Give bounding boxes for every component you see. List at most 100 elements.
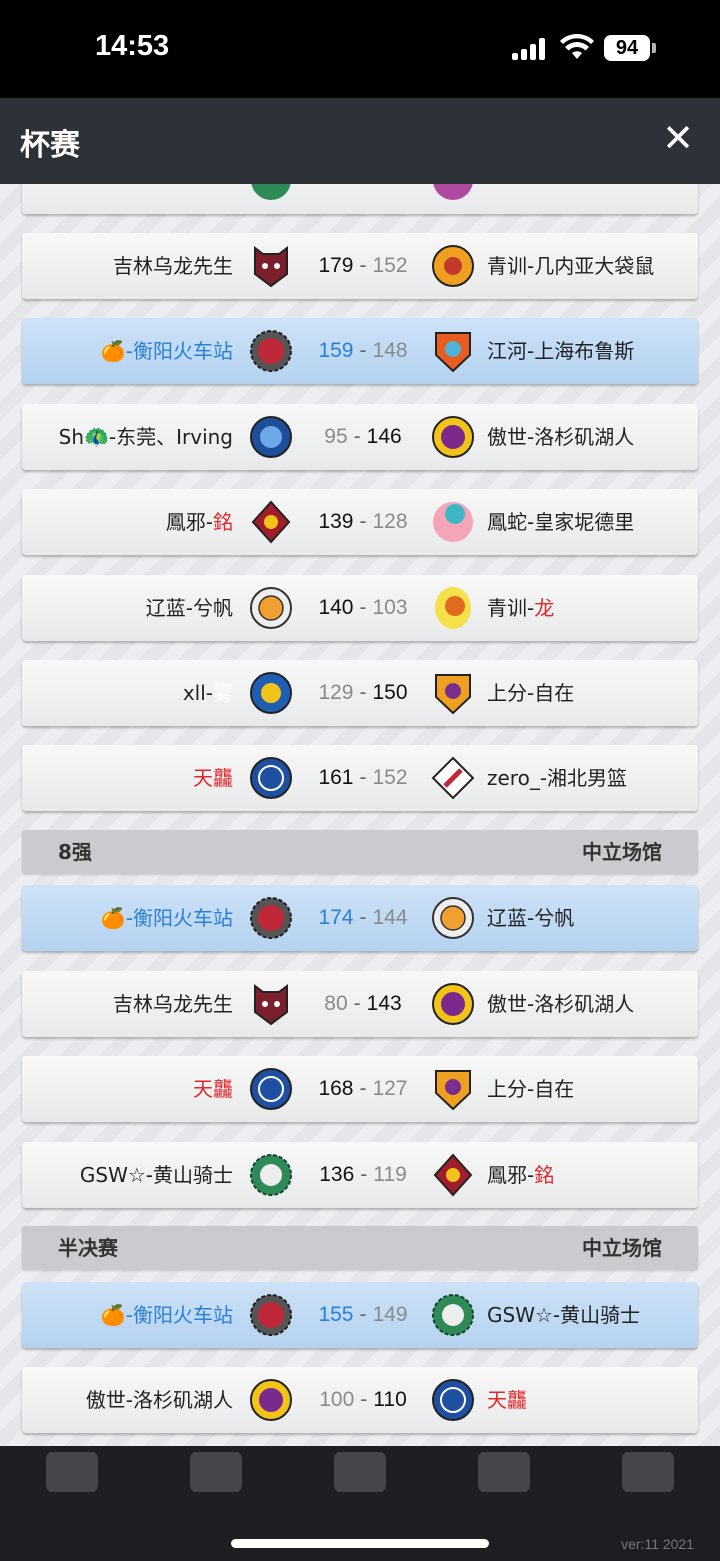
match-card[interactable]: 吉林乌龙先生 179-152 青训-几内亚大袋鼠 <box>22 233 698 299</box>
round-header: 半决赛 中立场馆 <box>22 1226 698 1270</box>
away-team-name: zero_-湘北男篮 <box>487 766 628 790</box>
away-team-name: 鳳邪-銘 <box>487 1163 555 1187</box>
match-card-highlighted[interactable]: 🍊-衡阳火车站 155-149 GSW☆-黄山骑士 <box>22 1282 698 1348</box>
gear-devil-logo-icon <box>250 330 292 372</box>
battery-level: 94 <box>604 35 650 61</box>
away-team-name: 鳳蛇-皇家坭德里 <box>487 510 635 534</box>
match-card[interactable]: 天龘 168-127 上分-自在 <box>22 1056 698 1122</box>
home-team-name: 🍊-衡阳火车站 <box>100 339 233 363</box>
match-score: 136-119 <box>319 1163 407 1186</box>
match-card-partial[interactable] <box>22 184 698 214</box>
lion-logo-icon <box>250 1379 292 1421</box>
team-logo-icon <box>433 184 473 200</box>
dragon-circle-logo-icon <box>250 1068 292 1110</box>
tab-icon <box>46 1452 98 1492</box>
match-card[interactable]: xll-雾 129-150 上分-自在 <box>22 660 698 726</box>
tiger-logo-icon <box>250 416 292 458</box>
gsw-gear-logo-icon <box>250 1154 292 1196</box>
match-score: 140-103 <box>318 596 408 619</box>
round-header: 8强 中立场馆 <box>22 830 698 874</box>
match-score: 168-127 <box>318 1077 408 1100</box>
demon-logo-icon <box>251 500 291 544</box>
match-score: 174-144 <box>318 906 408 929</box>
dragon-logo-icon <box>435 587 471 629</box>
match-card[interactable]: 吉林乌龙先生 80-143 傲世-洛杉矶湖人 <box>22 971 698 1037</box>
round-label: 8强 <box>58 840 92 864</box>
home-team-name: xll-雾 <box>182 681 233 705</box>
home-team-name: 吉林乌龙先生 <box>113 992 233 1016</box>
orange-icon: 🍊 <box>100 339 126 363</box>
demon-logo-icon <box>433 1153 473 1197</box>
match-card[interactable]: GSW☆-黄山骑士 136-119 鳳邪-銘 <box>22 1142 698 1208</box>
away-team-name: 上分-自在 <box>487 1077 575 1101</box>
home-team-name: 傲世-洛杉矶湖人 <box>85 1388 233 1412</box>
home-team-name: 辽蓝-兮帆 <box>145 596 233 620</box>
away-team-name: 傲世-洛杉矶湖人 <box>487 425 635 449</box>
away-team-name: 天龘 <box>487 1388 527 1412</box>
round-label: 半决赛 <box>58 1236 118 1260</box>
match-card[interactable]: 天龘 161-152 zero_-湘北男篮 <box>22 745 698 811</box>
match-card-highlighted[interactable]: 🍊-衡阳火车站 159-148 江河-上海布鲁斯 <box>22 318 698 384</box>
battery-tip-icon <box>652 43 656 53</box>
away-team-name: 辽蓝-兮帆 <box>487 906 575 930</box>
header: 杯赛 ✕ <box>0 98 720 184</box>
match-card[interactable]: Sh🦚-东莞、Irving 95-146 傲世-洛杉矶湖人 <box>22 404 698 470</box>
away-team-name: GSW☆-黄山骑士 <box>487 1303 641 1327</box>
tab-icon <box>334 1452 386 1492</box>
wolf-logo-icon <box>250 672 292 714</box>
gear-devil-logo-icon <box>250 897 292 939</box>
bear-logo-icon <box>254 246 288 288</box>
bear-logo-icon <box>254 984 288 1026</box>
orange-icon: 🍊 <box>100 1303 126 1327</box>
home-team-name: 吉林乌龙先生 <box>113 254 233 278</box>
raptor-logo-icon <box>435 1070 471 1111</box>
tab-icon <box>190 1452 242 1492</box>
away-team-name: 傲世-洛杉矶湖人 <box>487 992 635 1016</box>
lion-logo-icon <box>432 983 474 1025</box>
home-team-name: 鳳邪-銘 <box>165 510 233 534</box>
venue-label: 中立场馆 <box>582 840 662 864</box>
home-team-name: Sh🦚-东莞、Irving <box>58 425 233 449</box>
gear-devil-logo-icon <box>250 1294 292 1336</box>
team-logo-icon <box>251 184 291 200</box>
basketball-logo-icon <box>250 587 292 629</box>
elephant-logo-icon <box>433 502 473 542</box>
tab-1[interactable] <box>0 1446 144 1561</box>
dragon-circle-logo-icon <box>432 1379 474 1421</box>
kangaroo-logo-icon <box>432 245 474 287</box>
raptor-logo-icon <box>435 674 471 715</box>
close-button[interactable]: ✕ <box>656 116 700 160</box>
dragon-circle-logo-icon <box>250 757 292 799</box>
orange-icon: 🍊 <box>100 906 126 930</box>
status-time: 14:53 <box>95 30 170 62</box>
venue-label: 中立场馆 <box>582 1236 662 1260</box>
away-team-name: 江河-上海布鲁斯 <box>487 339 635 363</box>
away-team-name: 青训-龙 <box>487 596 555 620</box>
cellular-signal-icon <box>512 38 548 60</box>
home-team-name: GSW☆-黄山骑士 <box>79 1163 233 1187</box>
shield-logo-icon <box>435 332 471 373</box>
match-card[interactable]: 鳳邪-銘 139-128 鳳蛇-皇家坭德里 <box>22 489 698 555</box>
match-card[interactable]: 傲世-洛杉矶湖人 100-110 天龘 <box>22 1367 698 1433</box>
match-score: 80-143 <box>324 992 402 1015</box>
version-label: ver:11 2021 <box>621 1536 694 1552</box>
match-score: 129-150 <box>318 681 408 704</box>
bracket-list[interactable]: 吉林乌龙先生 179-152 青训-几内亚大袋鼠 🍊-衡阳火车站 159-148… <box>0 184 720 1446</box>
match-score: 161-152 <box>318 766 408 789</box>
home-team-name: 🍊-衡阳火车站 <box>100 906 233 930</box>
away-team-name: 青训-几内亚大袋鼠 <box>487 254 655 278</box>
home-team-name: 天龘 <box>193 1077 233 1101</box>
match-card-highlighted[interactable]: 🍊-衡阳火车站 174-144 辽蓝-兮帆 <box>22 885 698 951</box>
match-score: 139-128 <box>318 510 408 533</box>
match-score: 179-152 <box>318 254 408 277</box>
away-team-name: 上分-自在 <box>487 681 575 705</box>
match-card[interactable]: 辽蓝-兮帆 140-103 青训-龙 <box>22 575 698 641</box>
home-team-name: 🍊-衡阳火车站 <box>100 1303 233 1327</box>
status-bar: 14:53 94 <box>0 0 720 98</box>
match-score: 100-110 <box>319 1388 407 1411</box>
tab-icon <box>622 1452 674 1492</box>
home-indicator[interactable] <box>231 1539 489 1548</box>
match-score: 155-149 <box>318 1303 408 1326</box>
basketball-logo-icon <box>432 897 474 939</box>
gsw-gear-logo-icon <box>432 1294 474 1336</box>
